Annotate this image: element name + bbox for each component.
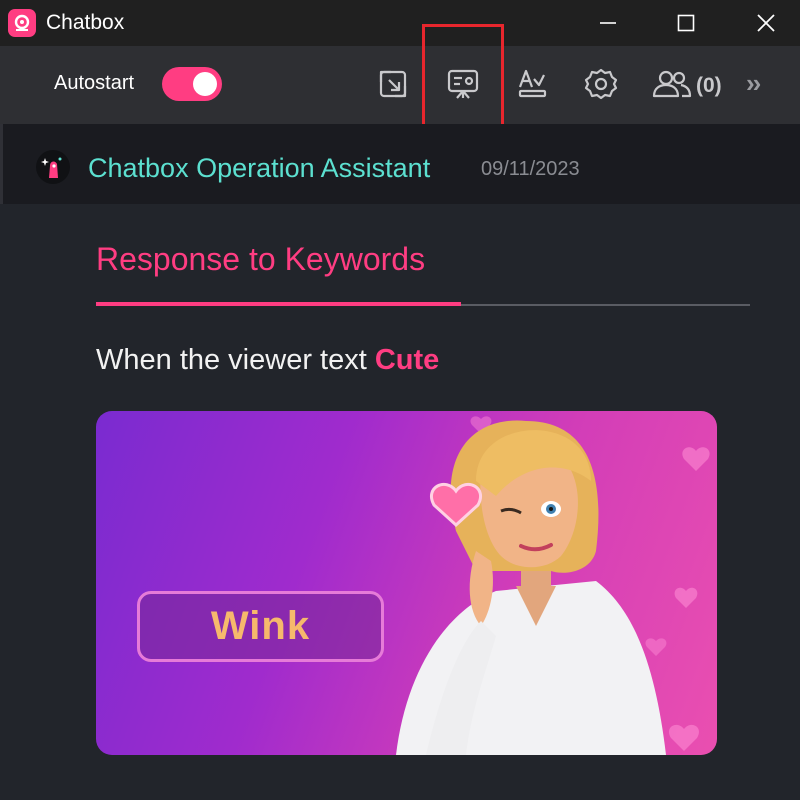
text-style-icon[interactable] [512, 64, 552, 104]
chevrons-right-icon[interactable]: ›› [746, 68, 761, 99]
header-date: 09/11/2023 [481, 158, 580, 180]
assistant-name: Chatbox Operation Assistant [88, 153, 431, 183]
close-button[interactable] [726, 0, 800, 46]
character-illustration [396, 416, 710, 755]
section-title: Response to Keywords [96, 241, 426, 277]
autostart-label: Autostart [54, 72, 135, 94]
gear-icon[interactable] [581, 64, 621, 104]
action-label: Wink [210, 604, 311, 648]
maximize-button[interactable] [646, 0, 726, 46]
tab-underline-active [96, 302, 461, 306]
trigger-keyword: Cute [374, 344, 440, 376]
minimize-button[interactable] [568, 0, 648, 46]
window-title: Chatbox [46, 11, 125, 34]
toggle-knob [193, 72, 217, 96]
assistant-avatar [36, 150, 70, 184]
autostart-toggle[interactable] [162, 67, 222, 101]
trigger-text: When the viewer text Cute [96, 344, 439, 377]
popout-icon[interactable] [373, 64, 413, 104]
users-icon[interactable] [650, 64, 694, 104]
users-count: (0) [696, 74, 722, 97]
action-pill: Wink [137, 591, 384, 662]
app-logo-icon [8, 9, 36, 37]
trigger-prefix: When the viewer text [96, 344, 367, 376]
